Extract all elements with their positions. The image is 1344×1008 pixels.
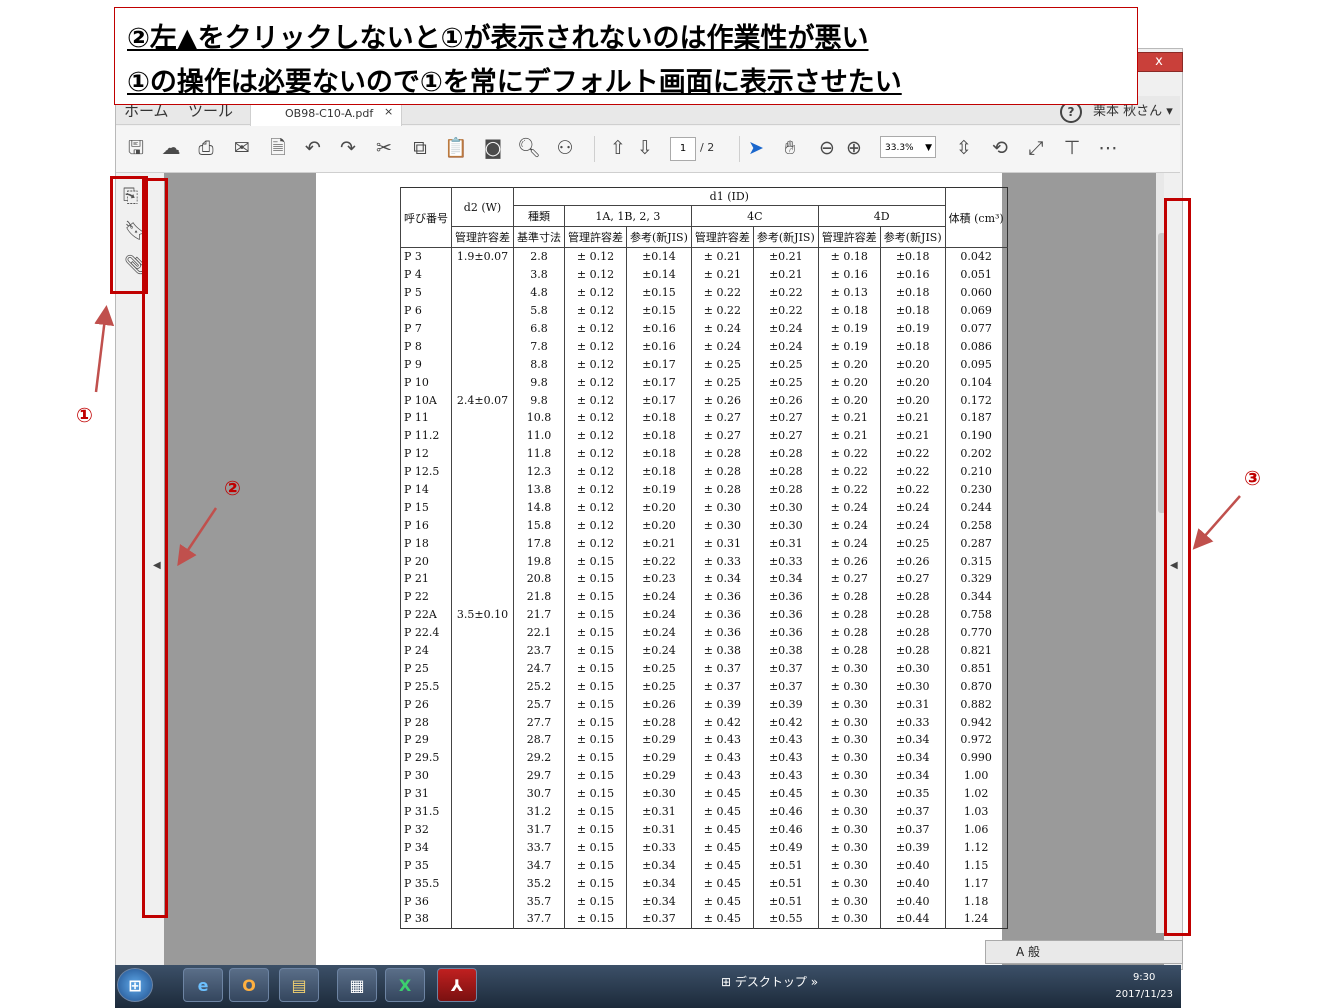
arrow-1 bbox=[94, 305, 115, 393]
banner-line-1: ②左▲をクリックしないと①が表示されないのは作業性が悪い bbox=[127, 23, 869, 54]
ie-icon[interactable]: e bbox=[183, 968, 223, 1002]
arrow-3 bbox=[1192, 495, 1241, 550]
banner-line-2: ①の操作は必要ないので①を常にデフォルト画面に表示させたい bbox=[127, 67, 902, 98]
callout-2: ② bbox=[224, 476, 241, 500]
arrow-2 bbox=[177, 507, 218, 567]
ime-bar: A 般 bbox=[985, 940, 1183, 964]
acrobat-icon[interactable]: ⅄ bbox=[437, 968, 477, 1002]
excel-icon[interactable]: X bbox=[385, 968, 425, 1002]
explorer-icon[interactable]: ▤ bbox=[279, 968, 319, 1002]
ime-mode[interactable]: A 般 bbox=[1016, 943, 1040, 960]
outlook-icon[interactable]: O bbox=[229, 968, 269, 1002]
desktop-label: デスクトップ bbox=[734, 975, 807, 989]
start-button[interactable]: ⊞ bbox=[117, 968, 153, 1002]
clock-date: 2017/11/23 bbox=[1115, 989, 1173, 1000]
desktop-toolbar[interactable]: ⊞ デスクトップ » bbox=[721, 973, 818, 990]
clock[interactable]: 9:30 2017/11/23 bbox=[1115, 969, 1173, 1003]
annotation-banner: ②左▲をクリックしないと①が表示されないのは作業性が悪い ①の操作は必要ないので… bbox=[114, 7, 1138, 105]
annotation-arrows bbox=[94, 305, 1241, 567]
taskbar: ⊞ e O ▤ ▦ X ⅄ ⊞ デスクトップ » 9:30 2017/11/23 bbox=[115, 965, 1181, 1008]
app-icon[interactable]: ▦ bbox=[337, 968, 377, 1002]
clock-time: 9:30 bbox=[1132, 972, 1156, 983]
callout-3: ③ bbox=[1244, 466, 1261, 490]
callout-1: ① bbox=[76, 403, 93, 427]
